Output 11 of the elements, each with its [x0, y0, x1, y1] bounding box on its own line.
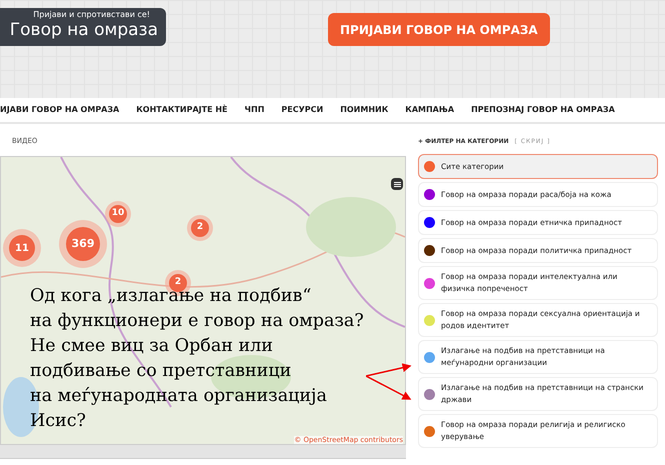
nav-link[interactable]: ЧПП: [244, 104, 264, 116]
logo-tagline: Пријави и спротивстави се!: [33, 11, 151, 19]
nav-link[interactable]: ПОИМНИК: [340, 104, 388, 116]
nav-link[interactable]: КОНТАКТИРАЈТЕ НÈ: [136, 104, 228, 116]
nav-link[interactable]: ИЈАВИ ГОВОР НА ОМРАЗА: [0, 104, 120, 116]
logo-title: Говор на омраза: [10, 22, 158, 39]
layers-icon[interactable]: [391, 178, 403, 190]
nav-link[interactable]: КАМПАЊА: [405, 104, 454, 116]
nav-link[interactable]: ПРЕПОЗНАЈ ГОВОР НА ОМРАЗА: [471, 104, 615, 116]
nav-link[interactable]: РЕСУРСИ: [281, 104, 324, 116]
site-logo[interactable]: Пријави и спротивстави се! Говор на омраза: [0, 8, 166, 46]
